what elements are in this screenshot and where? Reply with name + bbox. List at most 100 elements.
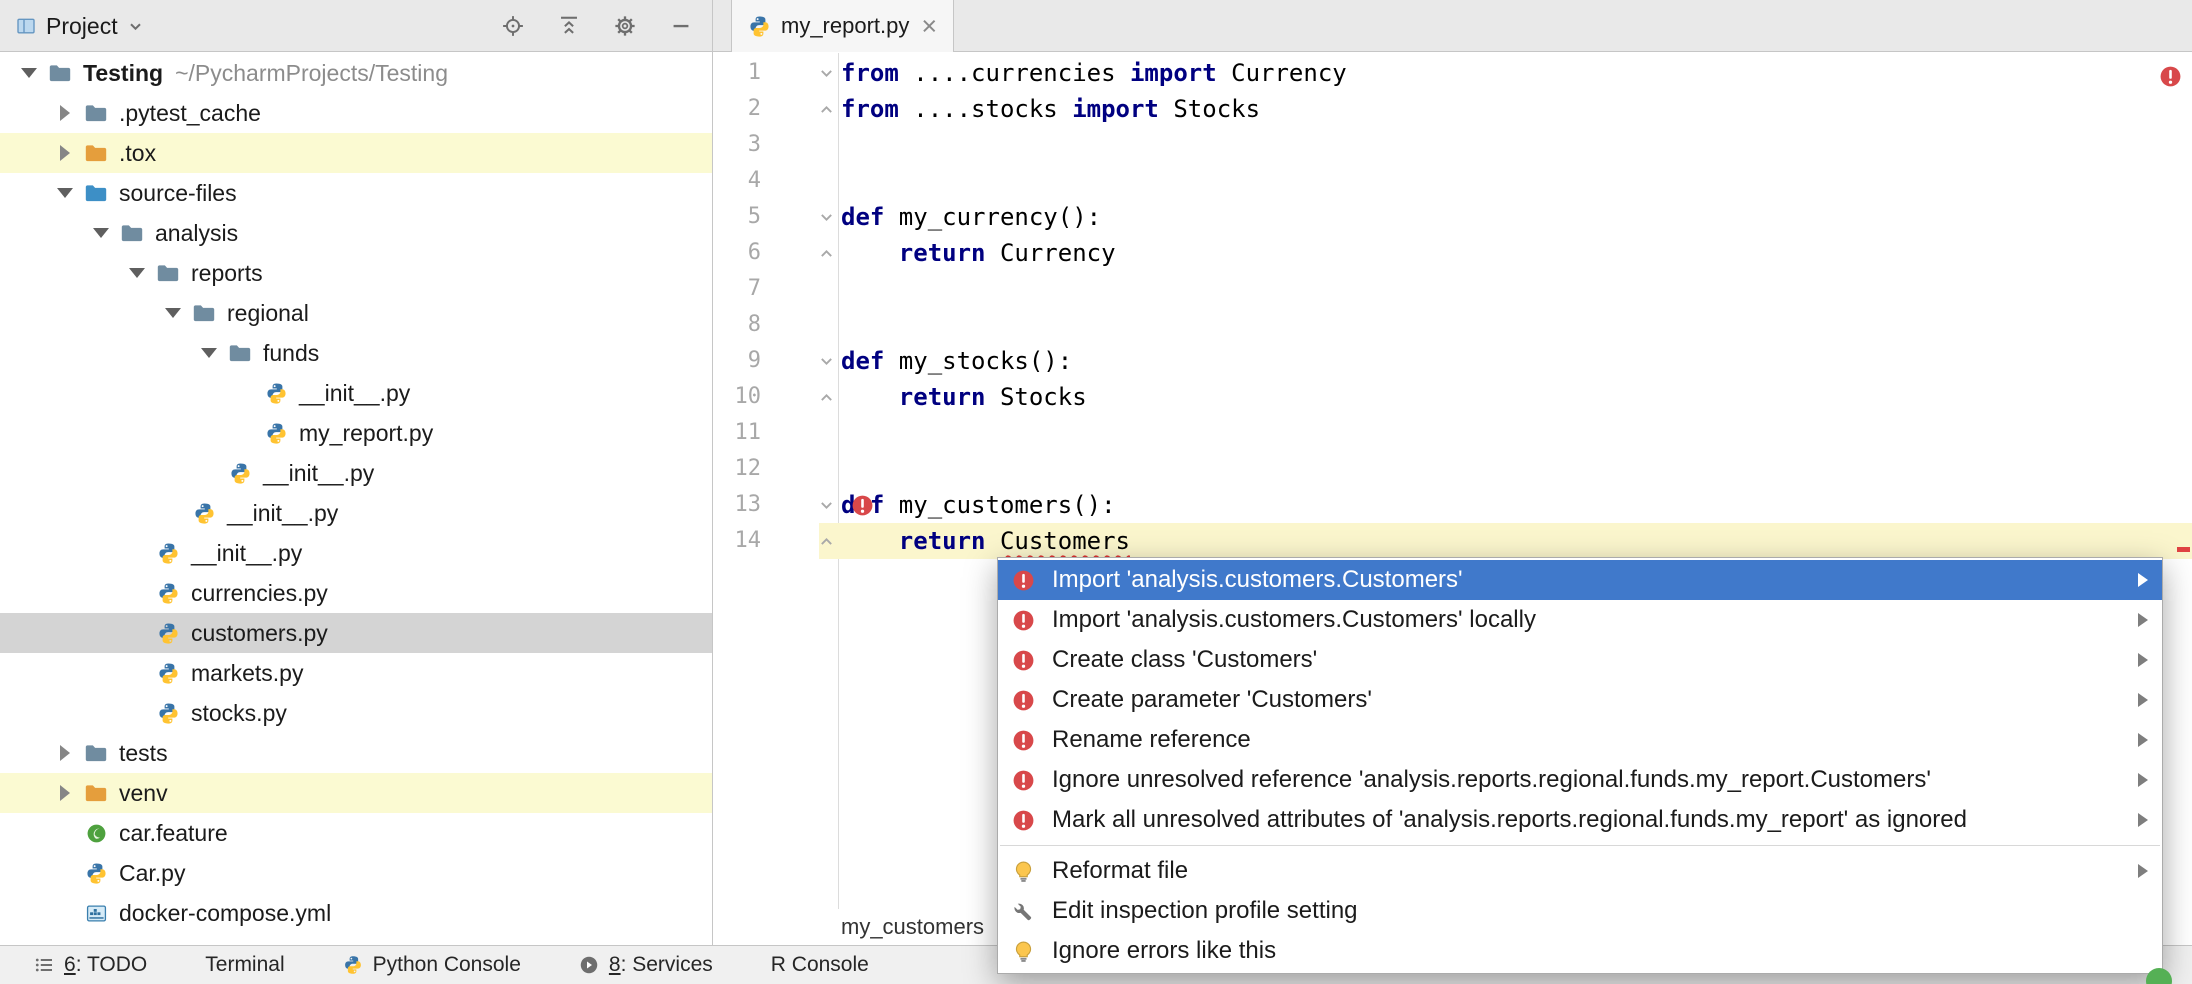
close-icon[interactable]: ×: [921, 13, 937, 40]
chevron-down-icon[interactable]: [128, 19, 143, 34]
folder-source-icon: [80, 181, 112, 205]
tree-item-label: venv: [119, 780, 168, 807]
code-line-12[interactable]: 12: [713, 451, 2192, 487]
tree-item-label: Car.py: [119, 860, 185, 887]
tree-item-markets-py[interactable]: markets.py: [0, 653, 712, 693]
code-line-5[interactable]: 5def my_currency():: [713, 199, 2192, 235]
tree-collapsed-arrow-icon[interactable]: [50, 745, 80, 761]
code-line-6[interactable]: 6 return Currency: [713, 235, 2192, 271]
line-number: 11: [713, 415, 761, 451]
menu-item-reformat-file[interactable]: Reformat file: [998, 851, 2162, 891]
tab-my-report-py[interactable]: my_report.py ×: [731, 0, 954, 52]
tree-item-label: currencies.py: [191, 580, 328, 607]
tree-item-label: tests: [119, 740, 168, 767]
breadcrumb-item[interactable]: my_customers: [841, 914, 984, 940]
tree-item-stocks-py[interactable]: stocks.py: [0, 693, 712, 733]
code-line-7[interactable]: 7: [713, 271, 2192, 307]
tree-item-reports[interactable]: reports: [0, 253, 712, 293]
code-line-9[interactable]: 9def my_stocks():: [713, 343, 2192, 379]
menu-item-create-parameter-customers[interactable]: Create parameter 'Customers': [998, 680, 2162, 720]
tree-item-funds[interactable]: funds: [0, 333, 712, 373]
menu-item-create-class-customers[interactable]: Create class 'Customers': [998, 640, 2162, 680]
menu-item-import-analysis-customers-customers[interactable]: Import 'analysis.customers.Customers': [998, 560, 2162, 600]
status-item-6-todo[interactable]: 6: TODO: [34, 953, 147, 977]
status-item-r-console[interactable]: R Console: [771, 953, 869, 977]
status-item-terminal[interactable]: Terminal: [205, 953, 284, 977]
tree-expanded-arrow-icon[interactable]: [50, 188, 80, 198]
menu-item-import-analysis-customers-customers-locally[interactable]: Import 'analysis.customers.Customers' lo…: [998, 600, 2162, 640]
tree-item-car-py[interactable]: Car.py: [0, 853, 712, 893]
tree-expanded-arrow-icon[interactable]: [86, 228, 116, 238]
project-toolbar-icons: [502, 15, 692, 37]
tree-item-customers-py[interactable]: customers.py: [0, 613, 712, 653]
tree-item-source-files[interactable]: source-files: [0, 173, 712, 213]
tree-item-analysis[interactable]: analysis: [0, 213, 712, 253]
status-item-8-services[interactable]: 8: Services: [579, 953, 713, 977]
tree-item-currencies-py[interactable]: currencies.py: [0, 573, 712, 613]
collapse-all-icon[interactable]: [558, 15, 580, 37]
fold-up-icon[interactable]: [814, 91, 838, 127]
tree-collapsed-arrow-icon[interactable]: [50, 145, 80, 161]
menu-item-edit-inspection-profile-setting[interactable]: Edit inspection profile setting: [998, 891, 2162, 931]
tree-expanded-arrow-icon[interactable]: [194, 348, 224, 358]
line-number: 8: [713, 307, 761, 343]
tree-item-tox[interactable]: .tox: [0, 133, 712, 173]
error-stripe-mark[interactable]: [2177, 547, 2190, 552]
tree-collapsed-arrow-icon[interactable]: [50, 105, 80, 121]
tree-item-tests[interactable]: tests: [0, 733, 712, 773]
code-line-2[interactable]: 2from ....stocks import Stocks: [713, 91, 2192, 127]
python-file: [748, 15, 771, 38]
locate-icon[interactable]: [502, 15, 524, 37]
tree-item-init-py[interactable]: __init__.py: [0, 453, 712, 493]
feature-file-icon: [80, 823, 112, 844]
fold-up-icon[interactable]: [814, 379, 838, 415]
code-line-3[interactable]: 3: [713, 127, 2192, 163]
fold-down-icon[interactable]: [814, 487, 838, 523]
code-line-11[interactable]: 11: [713, 415, 2192, 451]
fold-down-icon[interactable]: [814, 343, 838, 379]
hide-icon[interactable]: [670, 15, 692, 37]
project-panel-title[interactable]: Project: [46, 13, 118, 40]
settings-icon[interactable]: [614, 15, 636, 37]
tree-item-venv[interactable]: venv: [0, 773, 712, 813]
tree-item-label: .pytest_cache: [119, 100, 261, 127]
tree-expanded-arrow-icon[interactable]: [14, 68, 44, 78]
fold-down-icon[interactable]: [814, 199, 838, 235]
tree-item-regional[interactable]: regional: [0, 293, 712, 333]
menu-item-ignore-errors-like-this[interactable]: Ignore errors like this: [998, 931, 2162, 971]
status-item-python-console[interactable]: Python Console: [343, 953, 521, 977]
tree-expanded-arrow-icon[interactable]: [158, 308, 188, 318]
tree-expanded-arrow-icon[interactable]: [122, 268, 152, 278]
code-line-8[interactable]: 8: [713, 307, 2192, 343]
code-line-14[interactable]: 14 return Customers: [713, 523, 2192, 559]
services-icon: [579, 955, 599, 975]
menu-item-rename-reference[interactable]: Rename reference: [998, 720, 2162, 760]
fold-up-icon[interactable]: [814, 235, 838, 271]
code-line-13[interactable]: 13def my_customers():: [713, 487, 2192, 523]
tree-item-init-py[interactable]: __init__.py: [0, 493, 712, 533]
menu-item-ignore-unresolved-reference-analysis-reports-reg[interactable]: Ignore unresolved reference 'analysis.re…: [998, 760, 2162, 800]
code-line-1[interactable]: 1from ....currencies import Currency: [713, 55, 2192, 91]
python-icon: [343, 955, 363, 975]
tree-item-init-py[interactable]: __init__.py: [0, 533, 712, 573]
tree-item-label: customers.py: [191, 620, 328, 647]
code-line-4[interactable]: 4: [713, 163, 2192, 199]
code-text: def my_customers():: [841, 487, 1116, 523]
submenu-arrow-icon: [2138, 613, 2148, 627]
tree-collapsed-arrow-icon[interactable]: [50, 785, 80, 801]
tree-item-init-py[interactable]: __init__.py: [0, 373, 712, 413]
tree-item-pytest-cache[interactable]: .pytest_cache: [0, 93, 712, 133]
tree-item-testing[interactable]: Testing~/PycharmProjects/Testing: [0, 53, 712, 93]
fold-up-icon[interactable]: [814, 523, 838, 559]
tree-item-my-report-py[interactable]: my_report.py: [0, 413, 712, 453]
folder-icon: [188, 301, 220, 325]
menu-item-label: Create class 'Customers': [1052, 646, 1317, 674]
project-tree: Testing~/PycharmProjects/Testing .pytest_…: [0, 53, 712, 933]
code-line-10[interactable]: 10 return Stocks: [713, 379, 2192, 415]
panel-splitter[interactable]: [712, 0, 713, 945]
menu-item-mark-all-unresolved-attributes-of-analysis-repor[interactable]: Mark all unresolved attributes of 'analy…: [998, 800, 2162, 840]
tree-item-docker-compose-yml[interactable]: docker-compose.yml: [0, 893, 712, 933]
fold-down-icon[interactable]: [814, 55, 838, 91]
tree-item-car-feature[interactable]: car.feature: [0, 813, 712, 853]
menu-item-label: Create parameter 'Customers': [1052, 686, 1372, 714]
